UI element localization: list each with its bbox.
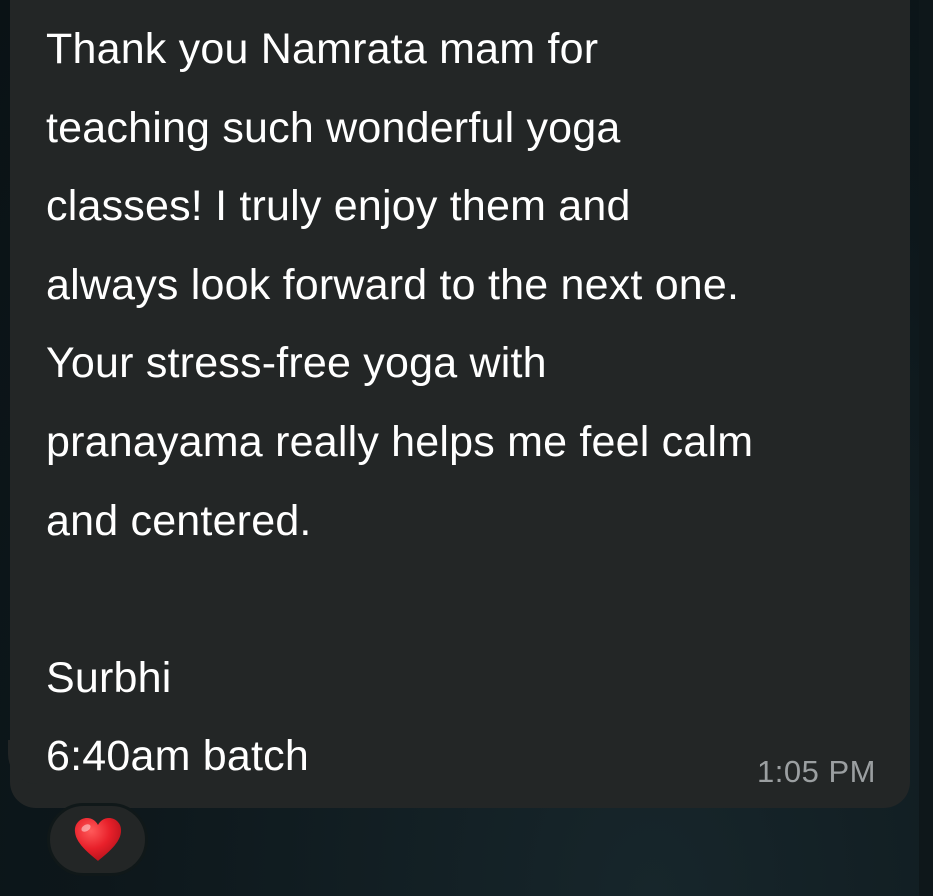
message-bubble-tail (8, 740, 38, 784)
message-text: Thank you Namrata mam for teaching such … (46, 25, 754, 781)
chat-screen: Thank you Namrata mam for teaching such … (0, 0, 933, 896)
chat-background-edge (919, 0, 933, 896)
message-timestamp: 1:05 PM (757, 754, 876, 789)
red-heart-icon (74, 817, 121, 861)
message-reaction[interactable] (47, 803, 148, 876)
incoming-message-bubble[interactable]: Thank you Namrata mam for teaching such … (8, 0, 910, 808)
